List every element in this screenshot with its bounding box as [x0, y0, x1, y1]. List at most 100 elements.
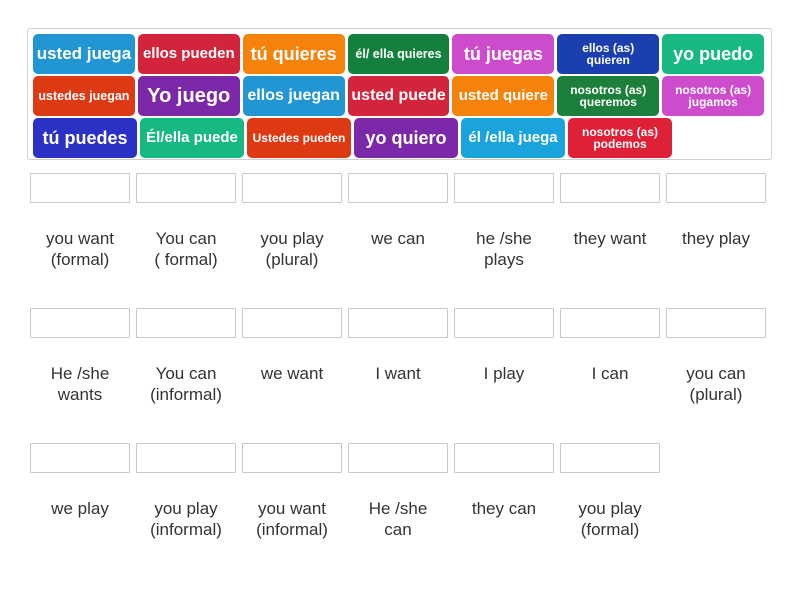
answer-drop-box[interactable] [242, 173, 342, 203]
drop-box-track-1 [30, 173, 775, 203]
label-track-2: He /she wants You can (informal) we want I … [30, 338, 775, 406]
word-tile[interactable]: él /ella juega [461, 118, 565, 158]
answer-drop-box[interactable] [30, 308, 130, 338]
drop-slot-cell [560, 173, 660, 203]
prompt-label: I want [375, 364, 421, 383]
answer-drop-box[interactable] [242, 308, 342, 338]
word-tile[interactable]: usted quiere [452, 76, 555, 116]
word-tile[interactable]: ustedes juegan [33, 76, 135, 116]
answer-drop-box[interactable] [454, 173, 554, 203]
drop-slot-cell [136, 443, 236, 473]
drop-slot-cell [666, 173, 766, 203]
word-tile[interactable]: ellos (as) quieren [557, 34, 660, 74]
word-tile[interactable]: tú quieres [242, 34, 345, 74]
prompt-label-cell: you play (informal) [136, 473, 236, 541]
prompt-label-cell: you want (informal) [242, 473, 342, 541]
word-tile[interactable]: nosotros (as) queremos [557, 76, 660, 116]
word-tile[interactable]: usted juega [33, 34, 135, 74]
prompt-label-cell: they want [560, 203, 660, 271]
drop-slot-cell [560, 308, 660, 338]
prompt-label-cell: you want (formal) [30, 203, 130, 271]
answer-drop-box[interactable] [454, 308, 554, 338]
prompt-label-cell: he /she plays [454, 203, 554, 271]
word-bank-row: ustedes juegan Yo juego ellos juegan usted … [33, 76, 767, 116]
prompt-label: you want (formal) [45, 229, 115, 270]
prompt-label-cell: they can [454, 473, 554, 541]
drop-slot-cell [136, 308, 236, 338]
prompt-label: I play [483, 364, 525, 383]
word-tile[interactable]: Él/ella puede [140, 118, 244, 158]
prompt-label: I can [591, 364, 629, 383]
answer-drop-box[interactable] [454, 443, 554, 473]
prompt-label: we want [260, 364, 324, 383]
word-tile[interactable]: yo quiero [354, 118, 458, 158]
drop-slot-cell [348, 173, 448, 203]
answer-drop-box[interactable] [136, 443, 236, 473]
answer-drop-box[interactable] [560, 308, 660, 338]
answer-drop-box[interactable] [30, 173, 130, 203]
answer-drop-box[interactable] [30, 443, 130, 473]
drop-slot-cell [242, 173, 342, 203]
word-tile[interactable]: Yo juego [137, 76, 240, 116]
prompt-label: He /she can [368, 499, 428, 540]
word-tile[interactable]: tú puedes [33, 118, 137, 158]
prompt-label-cell: we want [242, 338, 342, 406]
drop-slot-cell [348, 443, 448, 473]
prompt-label-cell: we play [30, 473, 130, 541]
prompt-label: they want [573, 229, 647, 248]
prompt-label: he /she plays [476, 229, 532, 270]
answer-drop-box[interactable] [136, 308, 236, 338]
word-tile[interactable]: nosotros (as) jugamos [662, 76, 765, 116]
prompt-label: you play (formal) [578, 499, 642, 540]
prompt-label: we play [51, 499, 109, 518]
word-tile[interactable]: Ustedes pueden [247, 118, 351, 158]
label-track-3: we play you play (informal) you want (info… [30, 473, 775, 541]
label-track-1: you want (formal) You can ( formal) you pl… [30, 203, 775, 271]
prompt-label-cell: you can (plural) [666, 338, 766, 406]
answer-drop-box[interactable] [348, 308, 448, 338]
answer-drop-box[interactable] [666, 308, 766, 338]
answer-drop-box[interactable] [348, 443, 448, 473]
prompt-label: You can ( formal) [154, 229, 218, 270]
prompt-label: you play (plural) [260, 229, 324, 270]
answer-drop-box[interactable] [560, 173, 660, 203]
word-bank-container: usted juega ellos pueden tú quieres él/ ell… [27, 28, 772, 160]
drop-slot-cell [454, 443, 554, 473]
drop-slot-cell [242, 443, 342, 473]
answer-drop-box[interactable] [560, 443, 660, 473]
prompt-label-cell: they play [666, 203, 766, 271]
word-bank-row: usted juega ellos pueden tú quieres él/ ell… [33, 34, 767, 74]
prompt-label: He /she wants [50, 364, 110, 405]
word-tile[interactable]: ellos juegan [242, 76, 345, 116]
answer-drop-box[interactable] [136, 173, 236, 203]
word-tile[interactable]: él/ ella quieres [347, 34, 450, 74]
drop-slot-cell [30, 308, 130, 338]
answer-drop-box[interactable] [666, 173, 766, 203]
drop-slot-cell [30, 443, 130, 473]
word-tile[interactable]: tú juegas [452, 34, 555, 74]
prompt-label: You can (informal) [150, 364, 222, 405]
drop-slot-cell [242, 308, 342, 338]
drop-slot-cell [666, 308, 766, 338]
word-tile[interactable]: usted puede [347, 76, 450, 116]
drop-slot-cell [136, 173, 236, 203]
answer-drop-box[interactable] [242, 443, 342, 473]
prompt-label-cell: You can (informal) [136, 338, 236, 406]
answer-drop-box[interactable] [348, 173, 448, 203]
answer-row-1: you want (formal) You can ( formal) you pl… [30, 173, 775, 271]
prompt-label-cell: you play (formal) [560, 473, 660, 541]
drop-slot-cell [348, 308, 448, 338]
prompt-label: you can (plural) [686, 364, 746, 405]
word-bank-row: tú puedes Él/ella puede Ustedes pueden yo q… [33, 118, 767, 158]
drop-slot-cell [560, 443, 660, 473]
prompt-label-cell: I can [560, 338, 660, 406]
word-tile[interactable]: ellos pueden [137, 34, 240, 74]
prompt-label: you play (informal) [150, 499, 222, 540]
word-tile[interactable]: nosotros (as) podemos [568, 118, 672, 158]
answer-row-2: He /she wants You can (informal) we want I … [30, 308, 775, 406]
word-tile[interactable]: yo puedo [662, 34, 765, 74]
drop-box-track-2 [30, 308, 775, 338]
prompt-label: you want (informal) [256, 499, 328, 540]
drop-slot-cell [454, 173, 554, 203]
prompt-label-cell: I want [348, 338, 448, 406]
